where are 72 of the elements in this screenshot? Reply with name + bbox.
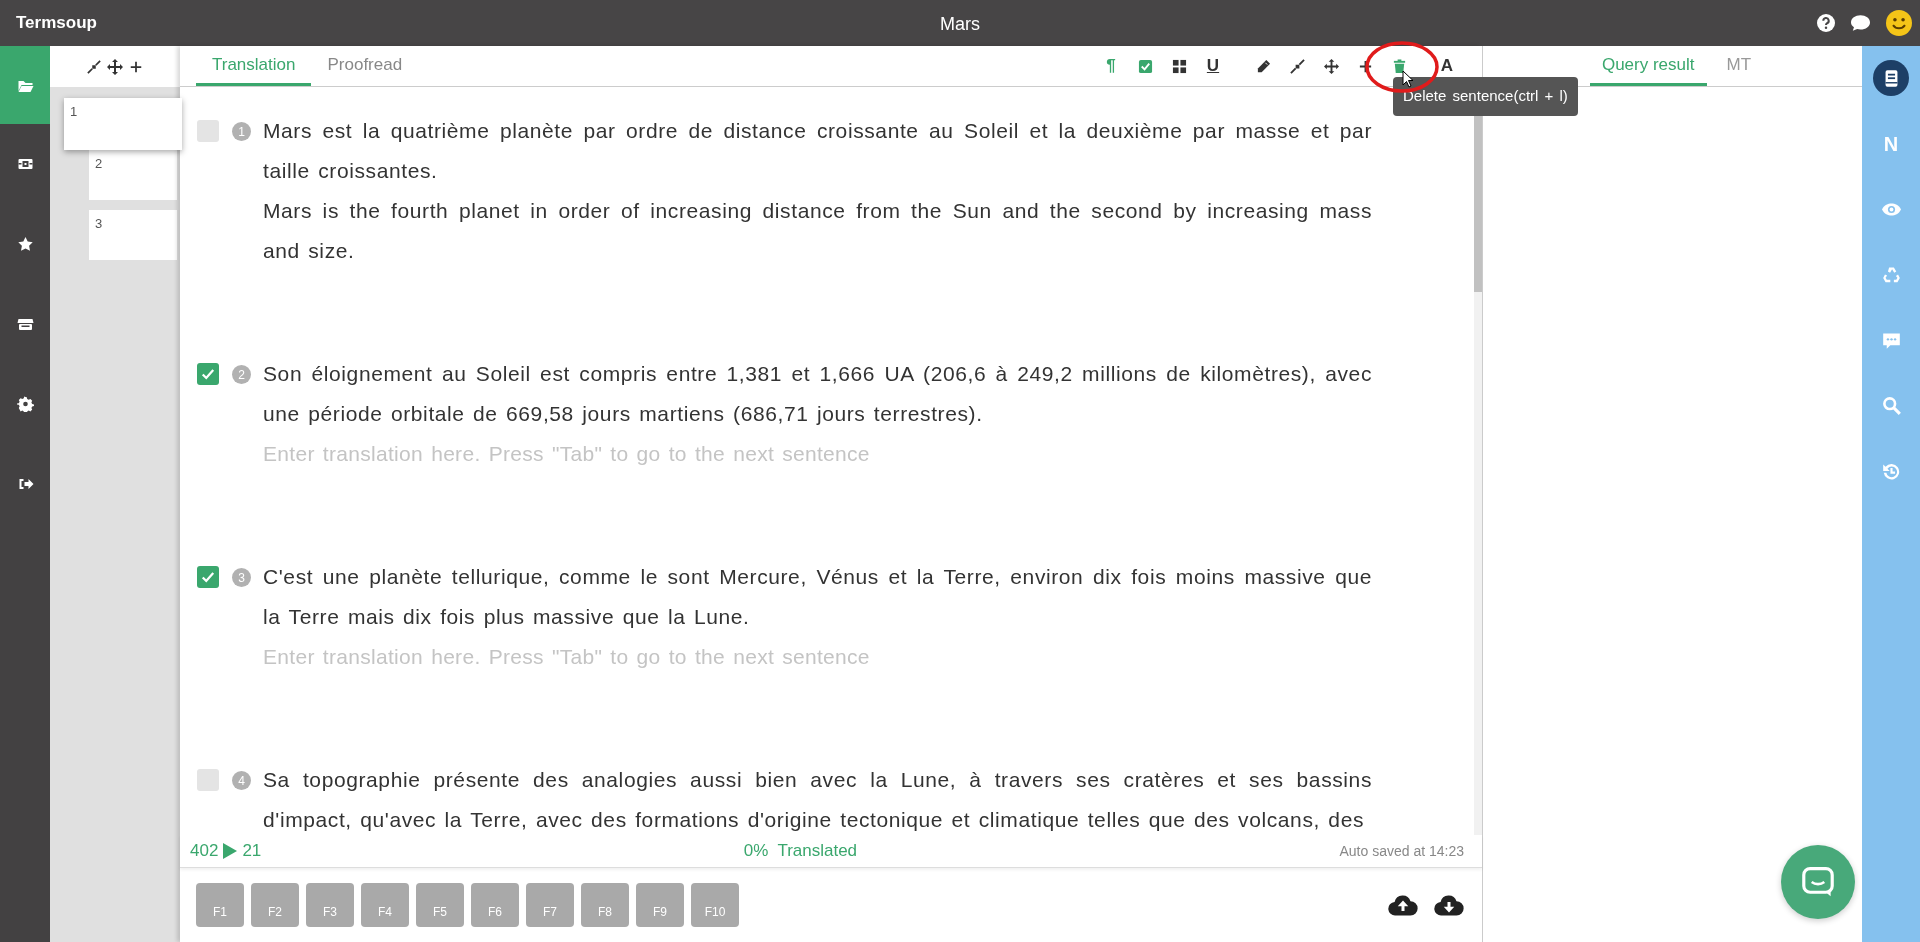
function-key[interactable]: F6: [471, 883, 519, 927]
checkbox-icon: [1137, 58, 1153, 74]
message-icon: [1802, 867, 1834, 897]
move-icon: [1323, 58, 1339, 74]
tooltip: Delete sentence(ctrl + l): [1393, 77, 1578, 116]
plus-icon[interactable]: [129, 59, 143, 74]
page-thumbnail[interactable]: 2: [89, 150, 177, 200]
check-icon: [201, 367, 215, 381]
search-icon: [1881, 396, 1901, 415]
checkbox[interactable]: [197, 566, 219, 588]
source-sentence: Sa topographie présente des analogies aussi bien avec la Lune, à travers ses cratères et ses bassins d'impact, qu'avec la Terre, avec des formations d'origine tectonique et climatique telles que des volcans, des: [263, 767, 1372, 833]
help-icon[interactable]: [1817, 14, 1835, 32]
checkbox[interactable]: [197, 120, 219, 142]
progress-text: 0% Translated: [743, 841, 858, 861]
format-button[interactable]: U: [1196, 51, 1230, 81]
source-sentence: Mars est la quatrième planète par ordre de distance croissante au Soleil et la deuxième par masse et par taille croissantes.: [263, 118, 1372, 184]
source-sentence: C'est une planète tellurique, comme le sont Mercure, Vénus et la Terre, environ dix fois moins massive que la Terre mais dix fois plus massive que la Lune.: [263, 564, 1372, 630]
function-key[interactable]: F9: [636, 883, 684, 927]
smiley-icon[interactable]: [1886, 10, 1912, 36]
function-key[interactable]: F1: [196, 883, 244, 927]
function-key[interactable]: F7: [526, 883, 574, 927]
cloud-upload-icon[interactable]: [1388, 893, 1418, 917]
source-sentence: Son éloignement au Soleil est compris entre 1,381 et 1,666 UA (206,6 à 249,2 millions de kilomètres), avec une période orbitale de 669,58 jours martiens (686,71 jours terrestres).: [263, 361, 1372, 427]
translation-field[interactable]: Enter translation here. Press "Tab" to go to the next sentence: [263, 637, 1372, 677]
cursor-icon: [1402, 70, 1414, 88]
function-key[interactable]: F5: [416, 883, 464, 927]
function-key[interactable]: F2: [251, 883, 299, 927]
compress-icon: [1289, 58, 1305, 74]
sentence-number: 3: [232, 568, 251, 587]
plus-icon: [1357, 58, 1373, 74]
page-thumbnail[interactable]: 1: [64, 98, 182, 150]
side-button[interactable]: N: [1873, 125, 1909, 162]
trash-icon: [1391, 58, 1407, 74]
star-icon: [16, 236, 34, 252]
source-count: 402: [190, 840, 219, 863]
pencil-icon: [1255, 58, 1271, 74]
grid-icon: [1171, 58, 1187, 74]
autosave-status: Auto saved at 14:23: [1339, 841, 1464, 861]
function-key[interactable]: F3: [306, 883, 354, 927]
function-key[interactable]: F4: [361, 883, 409, 927]
recycle-icon: [1881, 265, 1901, 284]
move-icon[interactable]: [107, 58, 123, 75]
editor-tab[interactable]: Proofread: [311, 46, 419, 86]
comment-icon: [1881, 330, 1901, 350]
history-icon: [1881, 461, 1901, 481]
translation-text[interactable]: Mars is the fourth planet in order of increasing distance from the Sun and the second by increasing mass and size.: [263, 191, 1372, 271]
play-icon: [222, 842, 239, 860]
target-count: 21: [242, 840, 262, 863]
chat-button[interactable]: [1781, 845, 1855, 919]
panel-tab[interactable]: Query result: [1589, 46, 1707, 86]
panel-tab[interactable]: MT: [1714, 46, 1764, 86]
app-name: Termsoup: [16, 12, 97, 35]
chat-icon[interactable]: [1851, 14, 1870, 32]
film-icon: [16, 156, 34, 172]
sentence-number: 4: [232, 771, 251, 790]
checkbox[interactable]: [197, 363, 219, 385]
checkbox[interactable]: [197, 769, 219, 791]
page-thumbnail[interactable]: 3: [89, 210, 177, 260]
function-key[interactable]: F8: [581, 883, 629, 927]
editor-tab[interactable]: Translation: [196, 46, 312, 86]
format-button[interactable]: ¶: [1094, 51, 1128, 81]
check-icon: [201, 570, 215, 584]
translation-field[interactable]: Enter translation here. Press "Tab" to go to the next sentence: [263, 434, 1372, 474]
function-key[interactable]: F10: [691, 883, 739, 927]
settings-icon: [16, 396, 34, 412]
sentence-number: 1: [232, 122, 251, 141]
cloud-download-icon[interactable]: [1434, 893, 1464, 917]
side-button[interactable]: [1873, 60, 1909, 96]
document-title: Mars: [940, 14, 980, 34]
sentence-number: 2: [232, 365, 251, 384]
store-icon: [16, 316, 34, 332]
compress-icon[interactable]: [87, 59, 101, 74]
